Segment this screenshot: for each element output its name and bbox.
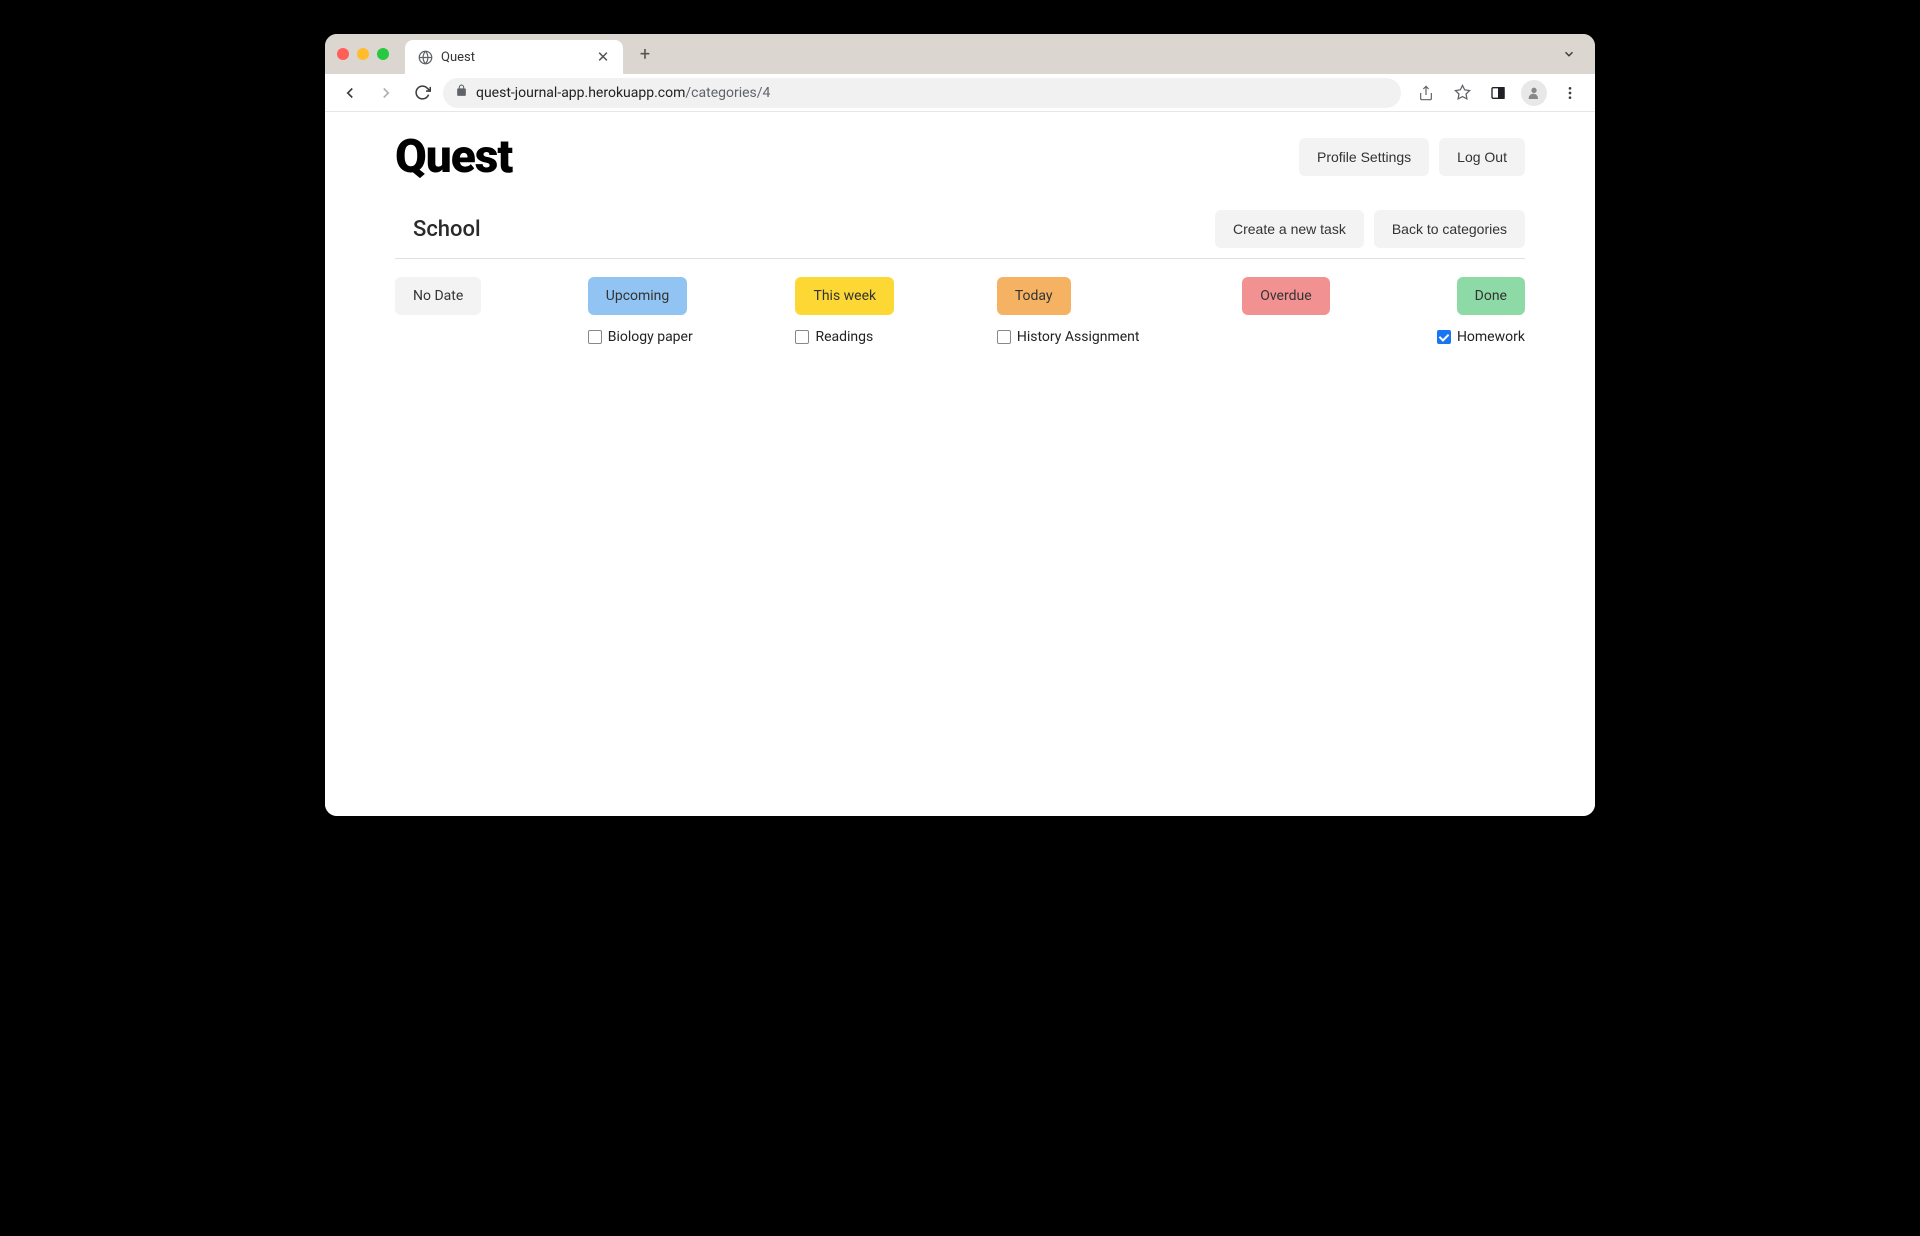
task-item[interactable]: Readings bbox=[795, 329, 894, 345]
browser-window: Quest ✕ + quest-journal-app.herokuapp.co… bbox=[325, 34, 1595, 816]
back-button[interactable] bbox=[335, 78, 365, 108]
column-header-today[interactable]: Today bbox=[997, 277, 1071, 315]
menu-button[interactable] bbox=[1555, 78, 1585, 108]
task-checkbox[interactable] bbox=[588, 330, 602, 344]
task-label: Readings bbox=[815, 329, 873, 345]
lock-icon bbox=[455, 84, 468, 101]
task-label: History Assignment bbox=[1017, 329, 1140, 345]
column-upcoming: Upcoming Biology paper bbox=[588, 277, 693, 345]
back-to-categories-button[interactable]: Back to categories bbox=[1374, 210, 1525, 248]
category-header: School Create a new task Back to categor… bbox=[395, 210, 1525, 259]
page-content: Quest Profile Settings Log Out School Cr… bbox=[325, 112, 1595, 816]
tab-close-button[interactable]: ✕ bbox=[595, 48, 611, 66]
column-done: Done Homework bbox=[1435, 277, 1525, 345]
task-checkbox[interactable] bbox=[997, 330, 1011, 344]
globe-icon bbox=[417, 49, 433, 65]
column-header-this-week[interactable]: This week bbox=[795, 277, 894, 315]
task-label: Biology paper bbox=[608, 329, 693, 345]
window-maximize-button[interactable] bbox=[377, 48, 389, 60]
window-close-button[interactable] bbox=[337, 48, 349, 60]
profile-button[interactable] bbox=[1519, 78, 1549, 108]
new-tab-button[interactable]: + bbox=[631, 40, 659, 68]
browser-tab[interactable]: Quest ✕ bbox=[405, 40, 623, 74]
task-item[interactable]: History Assignment bbox=[997, 329, 1140, 345]
profile-settings-button[interactable]: Profile Settings bbox=[1299, 138, 1429, 176]
column-header-done[interactable]: Done bbox=[1457, 277, 1525, 315]
reload-button[interactable] bbox=[407, 78, 437, 108]
tabs-dropdown-button[interactable] bbox=[1555, 40, 1583, 68]
column-today: Today History Assignment bbox=[997, 277, 1140, 345]
column-this-week: This week Readings bbox=[795, 277, 894, 345]
column-header-no-date[interactable]: No Date bbox=[395, 277, 481, 315]
column-no-date: No Date bbox=[395, 277, 485, 345]
task-columns: No Date Upcoming Biology paper This week… bbox=[395, 277, 1525, 345]
task-item[interactable]: Biology paper bbox=[588, 329, 693, 345]
task-item[interactable]: Homework bbox=[1437, 329, 1525, 345]
app-logo[interactable]: Quest bbox=[395, 130, 512, 184]
create-task-button[interactable]: Create a new task bbox=[1215, 210, 1364, 248]
address-bar[interactable]: quest-journal-app.herokuapp.com/categori… bbox=[443, 78, 1401, 108]
share-button[interactable] bbox=[1411, 78, 1441, 108]
category-title: School bbox=[413, 217, 481, 242]
task-checkbox[interactable] bbox=[1437, 330, 1451, 344]
app-header: Quest Profile Settings Log Out bbox=[395, 130, 1525, 184]
task-checkbox[interactable] bbox=[795, 330, 809, 344]
tab-title: Quest bbox=[441, 50, 587, 65]
browser-tab-bar: Quest ✕ + bbox=[325, 34, 1595, 74]
window-minimize-button[interactable] bbox=[357, 48, 369, 60]
column-overdue: Overdue bbox=[1242, 277, 1332, 345]
task-label: Homework bbox=[1457, 329, 1525, 345]
window-controls bbox=[337, 48, 389, 60]
bookmark-button[interactable] bbox=[1447, 78, 1477, 108]
forward-button[interactable] bbox=[371, 78, 401, 108]
avatar-icon bbox=[1521, 80, 1547, 106]
url-text: quest-journal-app.herokuapp.com/categori… bbox=[476, 85, 770, 101]
column-header-upcoming[interactable]: Upcoming bbox=[588, 277, 688, 315]
browser-toolbar: quest-journal-app.herokuapp.com/categori… bbox=[325, 74, 1595, 112]
sidepanel-button[interactable] bbox=[1483, 78, 1513, 108]
logout-button[interactable]: Log Out bbox=[1439, 138, 1525, 176]
column-header-overdue[interactable]: Overdue bbox=[1242, 277, 1329, 315]
